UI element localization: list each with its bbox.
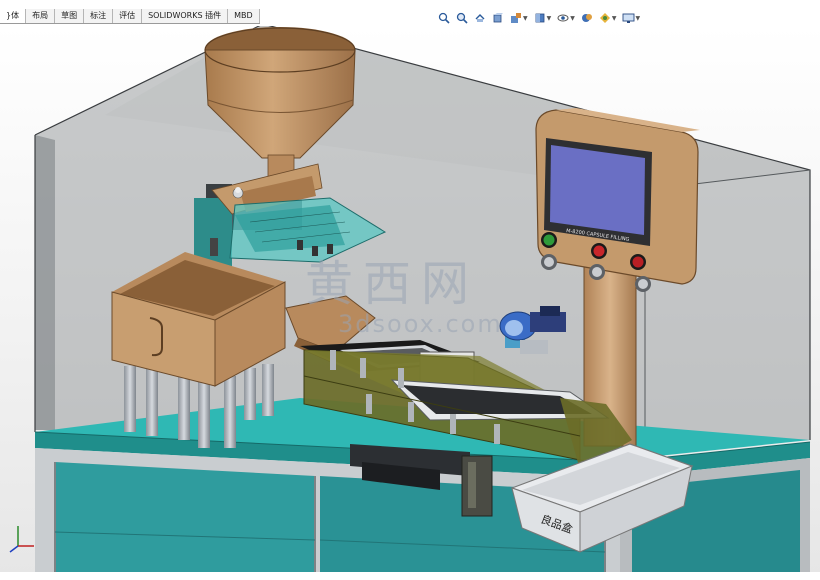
zoom-to-area-icon[interactable]	[454, 11, 470, 25]
watermark-chinese: 黄西网	[305, 256, 479, 312]
graphics-area[interactable]: M-8200 CAPSULE FILLING 良品盒 黄西网 3dsoox.co…	[0, 26, 820, 580]
zoom-to-fit-icon[interactable]	[436, 11, 452, 25]
tab-sketch[interactable]: 草图	[55, 9, 85, 23]
edit-appearance-icon[interactable]	[597, 11, 613, 25]
tab-mbd[interactable]: MBD	[228, 9, 260, 23]
hide-show-items-icon[interactable]	[579, 11, 595, 25]
previous-view-icon[interactable]	[472, 11, 488, 25]
tab-solidworks-addins[interactable]: SOLIDWORKS 插件	[142, 9, 229, 23]
watermark-url: 3dsoox.com	[338, 310, 503, 338]
bottom-margin	[0, 572, 820, 580]
display-style-icon[interactable]	[555, 11, 571, 25]
view-settings-icon[interactable]	[621, 11, 637, 25]
command-manager-tabs: }体 布局 草图 标注 评估 SOLIDWORKS 插件 MBD	[0, 9, 260, 24]
tab-assembly[interactable]: }体	[0, 9, 27, 23]
section-view-icon[interactable]	[490, 11, 506, 25]
tab-layout[interactable]: 布局	[26, 9, 56, 23]
view-orientation-icon[interactable]	[532, 11, 548, 25]
tab-evaluate[interactable]: 评估	[113, 9, 143, 23]
tab-markup[interactable]: 标注	[84, 9, 114, 23]
dynamic-annotation-icon[interactable]	[508, 11, 524, 25]
heads-up-view-toolbar: ▼ ▼ ▼ ▼ ▼	[436, 11, 642, 25]
